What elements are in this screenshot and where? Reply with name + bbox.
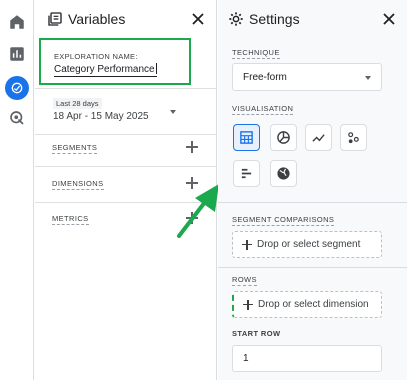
add-segment-icon[interactable] [186,141,198,153]
scatter-plot-icon[interactable] [340,124,367,151]
date-range[interactable]: 18 Apr - 15 May 2025 [53,111,149,122]
settings-header: Settings [218,0,407,38]
segments-label: SEGMENTS [52,143,98,154]
technique-label: TECHNIQUE [232,48,280,59]
close-icon[interactable] [381,11,397,27]
segment-drop-zone[interactable]: Drop or select segment [232,231,382,258]
left-nav-rail [0,0,34,380]
home-icon[interactable] [7,12,27,32]
explore-icon[interactable] [5,76,29,100]
metrics-label: METRICS [52,214,89,225]
start-row-value: 1 [243,353,249,364]
rows-drop-text: Drop or select dimension [258,299,369,310]
gear-icon [229,12,243,26]
divider [35,88,217,89]
chevron-down-icon [365,76,371,80]
rows-label: ROWS [232,275,257,286]
variables-header: Variables [35,0,216,38]
text-cursor [155,63,157,74]
exploration-name-field[interactable]: EXPLORATION NAME: Category Performance [39,38,191,85]
start-row-input[interactable]: 1 [232,345,382,372]
donut-chart-icon[interactable] [270,124,297,151]
variables-title: Variables [68,11,126,27]
date-preset-label: Last 28 days [53,98,102,109]
date-dropdown-icon[interactable] [170,110,176,114]
divider [35,134,217,135]
exploration-name-value: Category Performance [54,64,155,75]
segment-comparisons-label: SEGMENT COMPARISONS [232,215,335,226]
plus-icon [242,239,252,250]
table-icon[interactable] [233,124,260,151]
line-chart-icon[interactable] [305,124,332,151]
variables-panel: Variables EXPLORATION NAME: Category Per… [35,0,219,380]
exploration-name-label: EXPLORATION NAME: [54,52,138,61]
exploration-name-input[interactable]: Category Performance [54,63,157,77]
plus-icon [243,299,253,310]
reports-icon[interactable] [7,44,27,64]
dimensions-label: DIMENSIONS [52,179,104,190]
settings-panel: Settings TECHNIQUE Free-form VISUALISATI… [218,0,407,380]
technique-select[interactable]: Free-form [232,63,382,91]
settings-title: Settings [249,11,300,27]
rows-drop-zone[interactable]: Drop or select dimension [232,291,382,318]
geo-map-icon[interactable] [270,160,297,187]
divider [218,202,407,203]
close-icon[interactable] [190,11,206,27]
technique-value: Free-form [243,72,287,83]
visualisation-label: VISUALISATION [232,104,294,115]
variables-icon [48,12,62,26]
start-row-label: START ROW [232,329,281,338]
divider [35,166,217,167]
segment-drop-text: Drop or select segment [257,239,361,250]
bar-chart-icon[interactable] [233,160,260,187]
advertising-icon[interactable] [7,108,27,128]
divider [218,267,407,268]
